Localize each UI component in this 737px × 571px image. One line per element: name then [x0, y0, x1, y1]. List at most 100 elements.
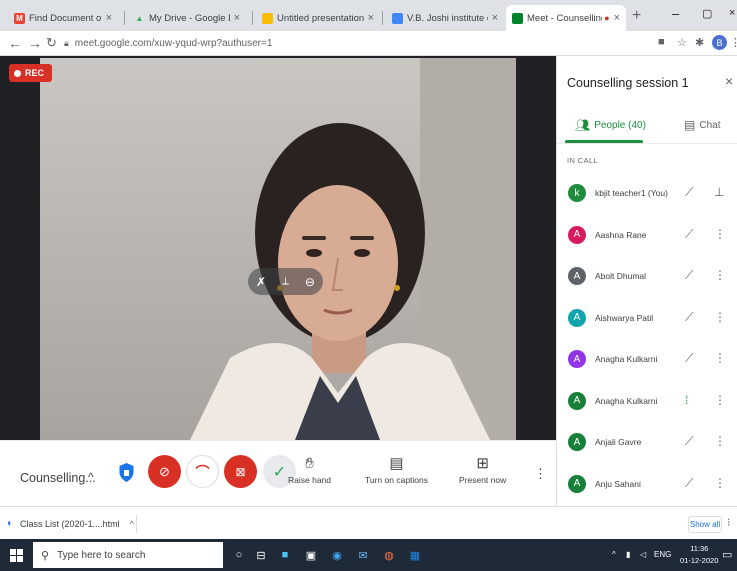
pin-icon[interactable]: ⊥	[714, 185, 724, 199]
recording-dot-icon: ●	[604, 13, 610, 23]
new-tab-icon[interactable]: +	[632, 7, 641, 25]
minimize-icon[interactable]: –	[672, 6, 679, 21]
clock[interactable]: 11:36 01-12-2020	[680, 543, 718, 567]
extensions-icon[interactable]: ✱	[695, 36, 704, 49]
chrome-icon[interactable]: ◍	[382, 548, 396, 562]
chevron-up-icon[interactable]: ^	[612, 550, 616, 559]
windows-start-icon[interactable]	[10, 549, 23, 562]
more-options-icon[interactable]: ⋮	[534, 466, 547, 482]
browser-tab-4[interactable]: V.B. Joshi institute of Informat ×	[386, 5, 504, 31]
reload-icon[interactable]: ↻	[46, 35, 57, 51]
tab-title: V.B. Joshi institute of Informat	[407, 12, 488, 24]
search-icon: ⚲	[41, 549, 50, 562]
browser-tab-3[interactable]: Untitled presentation - Googl ×	[256, 5, 380, 31]
close-window-icon[interactable]: ×	[729, 7, 735, 19]
people-icon: 👥︎	[575, 118, 591, 132]
website-icon	[392, 12, 403, 24]
participant-row[interactable]: A Abolt Dhumal ⟋ ⋮	[557, 259, 737, 300]
taskbar-search[interactable]: ⚲ Type here to search	[33, 542, 223, 568]
checkmark-icon: ✓	[272, 463, 287, 481]
pin-icon[interactable]: ⟂	[282, 276, 289, 287]
chat-tab-label: Chat	[699, 119, 721, 131]
forward-icon[interactable]: →	[28, 35, 42, 51]
participant-row[interactable]: A Anjali Gavre ⟋ ⋮	[557, 425, 737, 466]
bookmark-star-icon[interactable]: ☆	[677, 36, 687, 49]
language-indicator[interactable]: ENG	[654, 550, 671, 559]
edge-icon[interactable]: ◉	[330, 548, 344, 562]
close-tab-icon[interactable]: ×	[234, 12, 240, 24]
gmail-icon: M	[14, 12, 25, 24]
captions-button[interactable]: ▤ Turn on captions	[365, 453, 428, 485]
tab-people[interactable]: 👥︎ People (40)	[575, 118, 646, 132]
participant-row[interactable]: A Anagha Kulkarni ⁞ ⋮	[557, 384, 737, 425]
avatar: A	[568, 433, 586, 451]
microphone-off-button[interactable]: ⊘	[148, 455, 181, 488]
more-options-icon[interactable]: ⋮	[714, 227, 726, 241]
participant-row[interactable]: A Aashna Rane ⟋ ⋮	[557, 218, 737, 259]
chevron-up-icon[interactable]: ^	[88, 470, 94, 484]
camera-indicator-icon[interactable]: ■	[658, 36, 665, 48]
more-options-icon[interactable]: ⋮	[714, 351, 726, 365]
cortana-icon[interactable]: ○	[232, 548, 246, 562]
camera-off-button[interactable]: ⊠	[224, 455, 257, 488]
participant-row[interactable]: A Anagha Kulkarni ⟋ ⋮	[557, 342, 737, 383]
participant-row[interactable]: k kbjit teacher1 (You) ⟋ ⊥	[557, 176, 737, 217]
participant-row[interactable]: A Anju Sahani ⟋ ⋮	[557, 467, 737, 508]
show-all-button[interactable]: Show all	[688, 516, 722, 533]
mail-icon[interactable]: ✉	[356, 548, 370, 562]
camera-off-icon: ⊠	[235, 464, 246, 479]
section-label: IN CALL	[567, 156, 599, 165]
raise-hand-button[interactable]: ✋︎ Raise hand	[288, 453, 331, 485]
more-options-icon[interactable]: ⋮	[714, 476, 726, 490]
avatar: A	[568, 225, 586, 244]
more-options-icon[interactable]: ⋮	[714, 393, 726, 407]
back-icon[interactable]: ←	[8, 35, 22, 51]
close-tab-icon[interactable]: ×	[106, 12, 112, 24]
store-icon[interactable]: ▣	[304, 548, 318, 562]
meeting-name[interactable]: Counselling...	[20, 471, 96, 485]
close-icon[interactable]: ×	[725, 73, 733, 89]
chevron-up-icon[interactable]: ^	[130, 519, 134, 529]
browser-tab-strip: M Find Document of Profile - su × ▲ My D…	[0, 0, 737, 31]
participant-video-frame	[190, 58, 516, 440]
menu-icon[interactable]: ⋮	[730, 36, 737, 49]
participant-name: Aashna Rane	[595, 229, 647, 240]
muted-mic-icon: ⟋	[685, 185, 694, 199]
rec-label: REC	[25, 68, 45, 78]
task-view-icon[interactable]: ⊟	[254, 548, 268, 562]
close-tab-icon[interactable]: ×	[368, 12, 374, 24]
shield-icon[interactable]	[118, 462, 135, 483]
file-explorer-icon[interactable]: ■	[278, 548, 292, 562]
present-now-button[interactable]: ⊞ Present now	[459, 453, 506, 485]
notification-icon[interactable]: ▭	[722, 548, 732, 561]
network-icon[interactable]: ▮	[626, 550, 630, 559]
volume-icon[interactable]: ◁	[640, 550, 646, 559]
google-meet-icon	[512, 12, 523, 24]
present-icon: ⊞	[476, 455, 489, 472]
close-tab-icon[interactable]: ×	[614, 12, 620, 24]
tab-chat[interactable]: ▤ Chat	[684, 118, 720, 132]
browser-tab-meet-active[interactable]: Meet - Counselling sessi ● ×	[506, 5, 626, 31]
more-options-icon[interactable]: ⋮	[714, 268, 726, 282]
url-text: meet.google.com/xuw-yqud-wrp?authuser=1	[74, 38, 273, 49]
download-item[interactable]: ◖ Class List (2020-1....html ^	[6, 513, 134, 534]
browser-tab-1[interactable]: M Find Document of Profile - su ×	[8, 5, 118, 31]
maximize-icon[interactable]: ▢	[702, 7, 712, 20]
url-bar[interactable]: 🔒︎ meet.google.com/xuw-yqud-wrp?authuser…	[64, 34, 604, 53]
browser-tab-2[interactable]: ▲ My Drive - Google Drive ×	[128, 5, 246, 31]
recording-badge: REC	[9, 64, 52, 82]
search-placeholder: Type here to search	[57, 549, 146, 561]
profile-avatar[interactable]: B	[712, 35, 727, 50]
app-icon[interactable]: ▦	[408, 548, 422, 562]
more-options-icon[interactable]: ⋮	[714, 310, 726, 324]
file-icon: ◖	[6, 518, 13, 529]
close-tab-icon[interactable]: ×	[492, 12, 498, 24]
close-icon[interactable]: ⁝	[727, 516, 731, 529]
participant-video[interactable]	[40, 58, 516, 440]
more-options-icon[interactable]: ⋮	[714, 434, 726, 448]
clock-time: 11:36	[690, 544, 709, 553]
remove-icon[interactable]: ⊖	[305, 275, 315, 289]
lock-icon: 🔒︎	[64, 38, 69, 48]
participant-row[interactable]: A Aishwarya Patil ⟋ ⋮	[557, 301, 737, 342]
leave-call-button[interactable]: ⌒	[186, 455, 219, 488]
